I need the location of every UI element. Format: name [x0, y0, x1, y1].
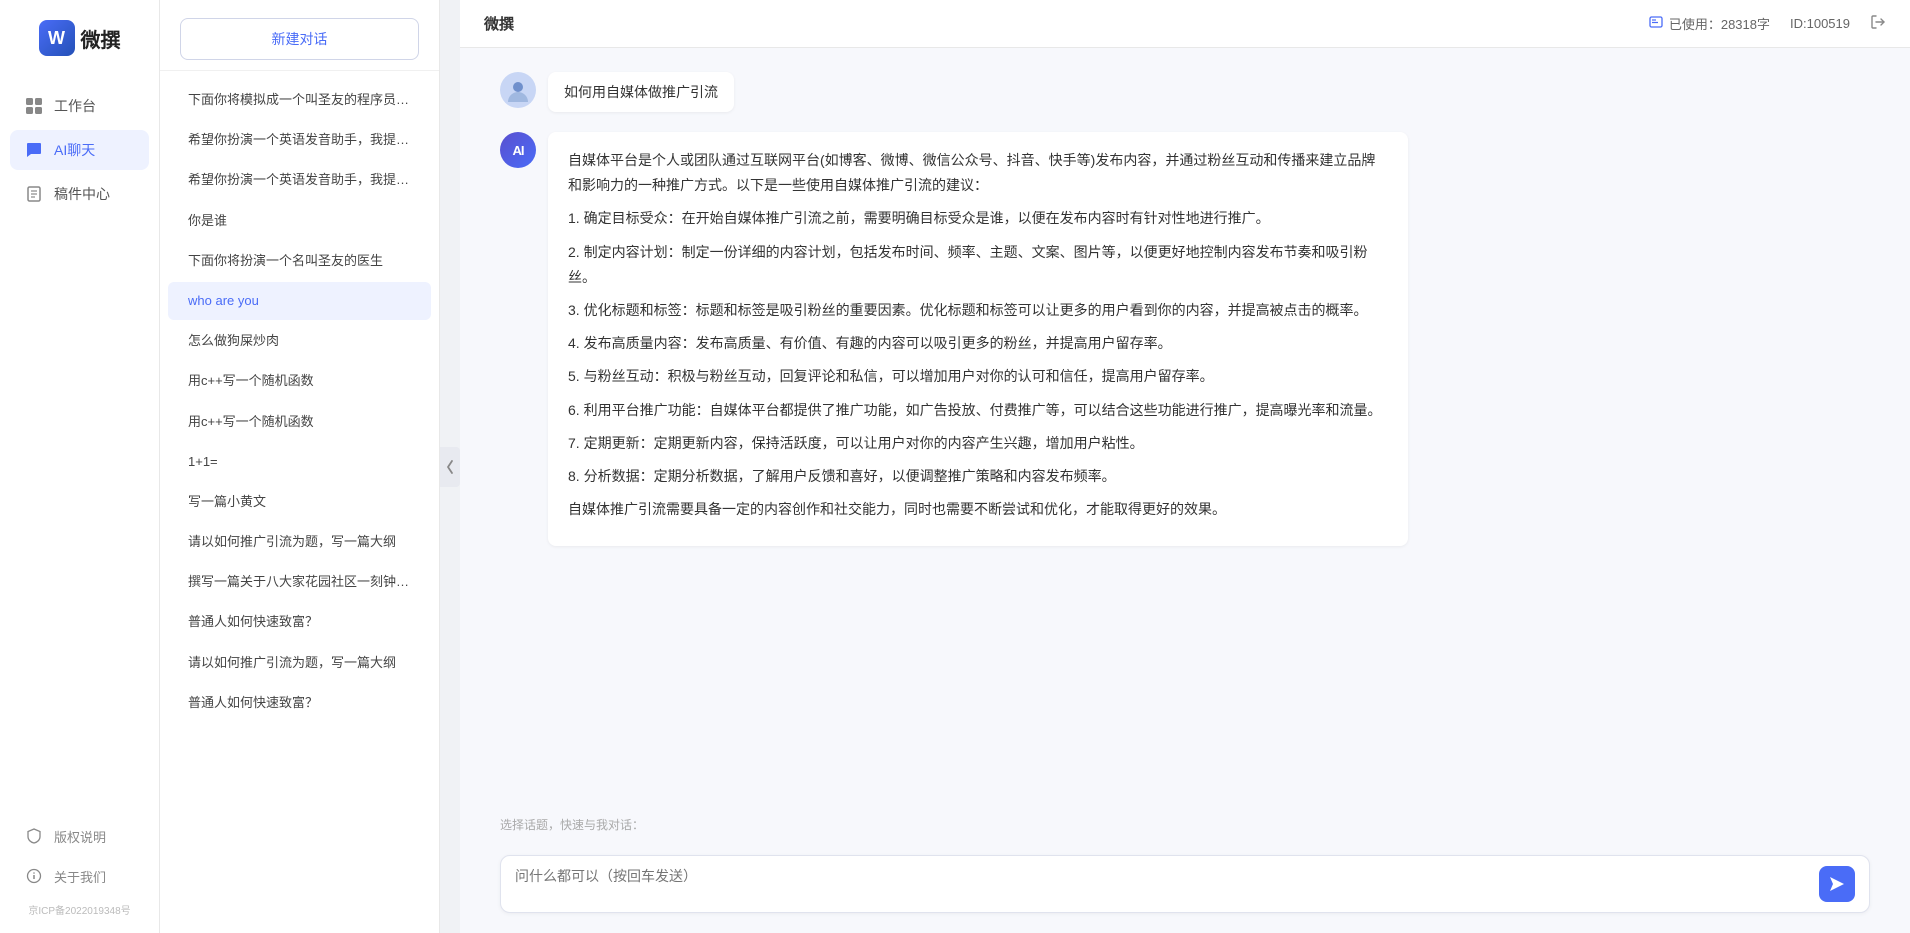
- usage-stat: 已使用：28318字: [1649, 14, 1770, 33]
- history-item-8[interactable]: 用c++写一个随机函数: [168, 362, 431, 400]
- sidebar-item-about[interactable]: 关于我们: [10, 856, 149, 896]
- input-box: [500, 855, 1870, 913]
- history-item-16[interactable]: 普通人如何快速致富？: [168, 684, 431, 722]
- logo-letter: W: [48, 28, 65, 49]
- workbench-label: 工作台: [54, 96, 96, 116]
- copyright-label: 版权说明: [54, 827, 106, 846]
- ai-chat-label: AI聊天: [54, 140, 95, 160]
- sidebar-bottom: 版权说明 关于我们 京ICP备2022019348号: [0, 816, 159, 923]
- chat-topbar: 微撰 已使用：28318字 ID:100519: [460, 0, 1910, 48]
- grid-icon: [24, 96, 44, 116]
- chat-area: 微撰 已使用：28318字 ID:100519: [460, 0, 1910, 933]
- ai-para-1: 1. 确定目标受众：在开始自媒体推广引流之前，需要明确目标受众是谁，以便在发布内…: [568, 206, 1388, 231]
- quick-area: 选择话题，快速与我对话：: [460, 808, 1910, 843]
- ai-para-4: 4. 发布高质量内容：发布高质量、有价值、有趣的内容可以吸引更多的粉丝，并提高用…: [568, 331, 1388, 356]
- history-item-10[interactable]: 1+1=: [168, 443, 431, 481]
- chat-icon: [24, 140, 44, 160]
- user-message: 如何用自媒体做推广引流: [500, 72, 1870, 112]
- history-item-15[interactable]: 请以如何推广引流为题，写一篇大纲: [168, 644, 431, 682]
- history-header: 新建对话: [160, 0, 439, 71]
- history-list: 下面你将模拟成一个叫圣友的程序员、我说... 希望你扮演一个英语发音助手，我提供…: [160, 71, 439, 933]
- history-panel: 新建对话 下面你将模拟成一个叫圣友的程序员、我说... 希望你扮演一个英语发音助…: [160, 0, 440, 933]
- send-button[interactable]: [1819, 866, 1855, 902]
- collapse-button[interactable]: [440, 447, 460, 487]
- ai-para-9: 自媒体推广引流需要具备一定的内容创作和社交能力，同时也需要不断尝试和优化，才能取…: [568, 497, 1388, 522]
- quick-label: 选择话题，快速与我对话：: [500, 816, 1870, 833]
- usage-text: 已使用：28318字: [1669, 14, 1770, 33]
- history-item-7[interactable]: 怎么做狗屎炒肉: [168, 322, 431, 360]
- ai-para-3: 3. 优化标题和标签：标题和标签是吸引粉丝的重要因素。优化标题和标签可以让更多的…: [568, 298, 1388, 323]
- history-item-13[interactable]: 撰写一篇关于八大家花园社区一刻钟便民生...: [168, 563, 431, 601]
- input-area: [460, 843, 1910, 933]
- sidebar-item-ai-chat[interactable]: AI聊天: [10, 130, 149, 170]
- ai-para-8: 8. 分析数据：定期分析数据，了解用户反馈和喜好，以便调整推广策略和内容发布频率…: [568, 464, 1388, 489]
- about-label: 关于我们: [54, 867, 106, 886]
- user-message-text: 如何用自媒体做推广引流: [548, 72, 734, 112]
- topbar-title: 微撰: [484, 13, 514, 34]
- info-icon: [1649, 15, 1663, 32]
- drafts-label: 稿件中心: [54, 184, 110, 204]
- sidebar-nav: 工作台 AI聊天 稿件中心: [0, 86, 159, 214]
- sidebar: W 微撰 工作台 AI聊天: [0, 0, 160, 933]
- ai-para-6: 6. 利用平台推广功能：自媒体平台都提供了推广功能，如广告投放、付费推广等，可以…: [568, 398, 1388, 423]
- ai-para-2: 2. 制定内容计划：制定一份详细的内容计划，包括发布时间、频率、主题、文案、图片…: [568, 240, 1388, 290]
- history-item-3[interactable]: 希望你扮演一个英语发音助手，我提供给你...: [168, 161, 431, 199]
- history-item-4[interactable]: 你是谁: [168, 202, 431, 240]
- ai-para-0: 自媒体平台是个人或团队通过互联网平台(如博客、微博、微信公众号、抖音、快手等)发…: [568, 148, 1388, 198]
- id-text: ID:100519: [1790, 16, 1850, 31]
- user-avatar: [500, 72, 536, 108]
- logo: W 微撰: [39, 20, 121, 56]
- sidebar-item-workbench[interactable]: 工作台: [10, 86, 149, 126]
- info-circle-icon: [24, 866, 44, 886]
- history-item-2[interactable]: 希望你扮演一个英语发音助手，我提供给你...: [168, 121, 431, 159]
- ai-message-text: 自媒体平台是个人或团队通过互联网平台(如博客、微博、微信公众号、抖音、快手等)发…: [548, 132, 1408, 546]
- ai-para-5: 5. 与粉丝互动：积极与粉丝互动，回复评论和私信，可以增加用户对你的认可和信任，…: [568, 364, 1388, 389]
- logout-icon[interactable]: [1870, 14, 1886, 33]
- sidebar-item-copyright[interactable]: 版权说明: [10, 816, 149, 856]
- ai-avatar: AI: [500, 132, 536, 168]
- history-item-9[interactable]: 用c++写一个随机函数: [168, 403, 431, 441]
- chat-input[interactable]: [515, 866, 1809, 902]
- history-item-6[interactable]: who are you: [168, 282, 431, 320]
- file-icon: [24, 184, 44, 204]
- new-chat-button[interactable]: 新建对话: [180, 18, 419, 60]
- chat-messages: 如何用自媒体做推广引流 AI 自媒体平台是个人或团队通过互联网平台(如博客、微博…: [460, 48, 1910, 808]
- history-item-1[interactable]: 下面你将模拟成一个叫圣友的程序员、我说...: [168, 81, 431, 119]
- shield-icon: [24, 826, 44, 846]
- logo-icon: W: [39, 20, 75, 56]
- history-item-14[interactable]: 普通人如何快速致富？: [168, 603, 431, 641]
- icp-number: 京ICP备2022019348号: [10, 896, 149, 923]
- ai-message: AI 自媒体平台是个人或团队通过互联网平台(如博客、微博、微信公众号、抖音、快手…: [500, 132, 1870, 546]
- app-name: 微撰: [81, 24, 121, 53]
- history-item-12[interactable]: 请以如何推广引流为题，写一篇大纲: [168, 523, 431, 561]
- ai-para-7: 7. 定期更新：定期更新内容，保持活跃度，可以让用户对你的内容产生兴趣，增加用户…: [568, 431, 1388, 456]
- sidebar-item-drafts[interactable]: 稿件中心: [10, 174, 149, 214]
- history-item-5[interactable]: 下面你将扮演一个名叫圣友的医生: [168, 242, 431, 280]
- history-item-11[interactable]: 写一篇小黄文: [168, 483, 431, 521]
- topbar-right: 已使用：28318字 ID:100519: [1649, 14, 1886, 33]
